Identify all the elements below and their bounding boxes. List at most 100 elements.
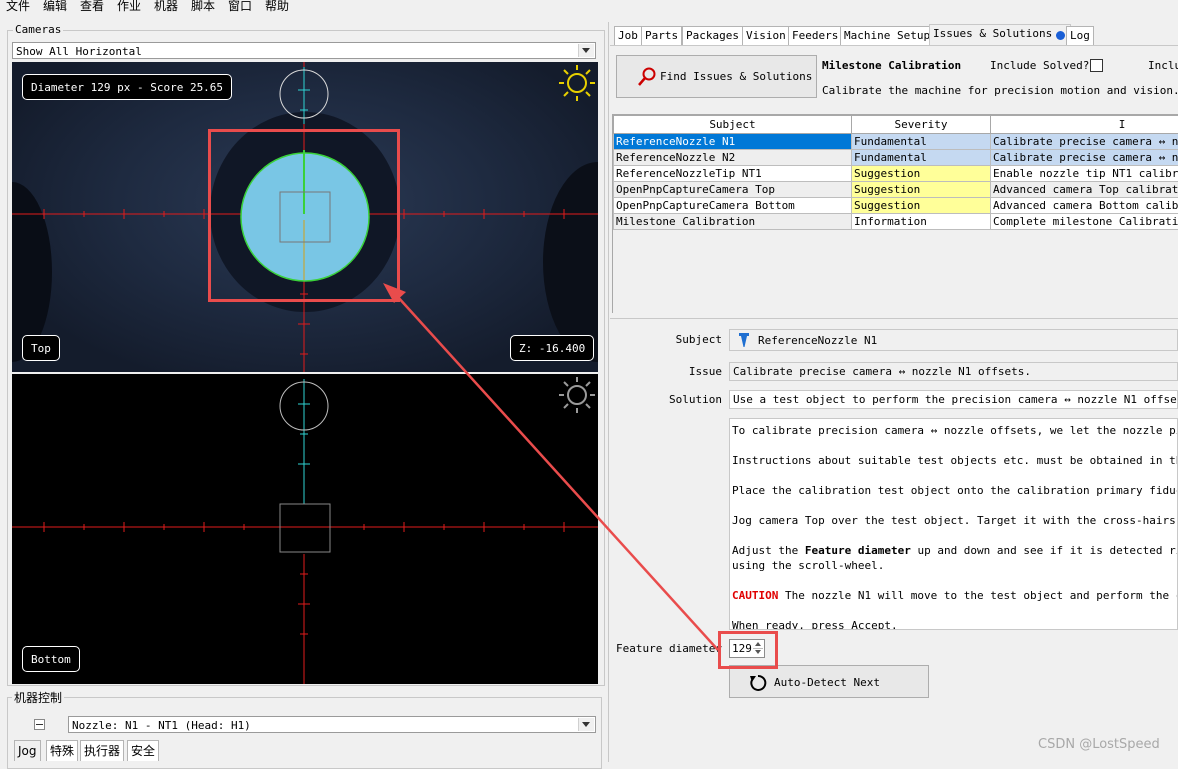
instructions-p5-line2: using the scroll-wheel.	[732, 558, 884, 573]
table-row[interactable]: OpenPnpCaptureCamera Top Suggestion Adva…	[614, 182, 1178, 198]
nozzle-select[interactable]: Nozzle: N1 - NT1 (Head: H1)	[68, 716, 596, 733]
instructions-p1: To calibrate precision camera ↔ nozzle o…	[732, 423, 1178, 438]
solution-field: Use a test object to perform the precisi…	[729, 390, 1178, 409]
row-severity: Fundamental	[852, 150, 991, 166]
instructions-p3: Place the calibration test object onto t…	[732, 483, 1178, 498]
row-issue: Calibrate precise camera ↔ noz	[991, 150, 1178, 166]
column-header-severity[interactable]: Severity	[852, 116, 991, 134]
column-header-subject[interactable]: Subject	[614, 116, 852, 134]
search-icon	[637, 67, 657, 87]
instructions-p5-pre: Adjust the	[732, 544, 805, 557]
instructions-p2: Instructions about suitable test objects…	[732, 453, 1178, 468]
annotation-highlight-nozzle	[208, 129, 400, 302]
bottom-camera-name: Bottom	[22, 646, 80, 672]
row-severity: Suggestion	[852, 166, 991, 182]
camera-shadow-right	[543, 162, 598, 362]
nozzle-icon	[738, 333, 750, 348]
find-issues-button[interactable]: Find Issues & Solutions	[616, 55, 817, 98]
menu-help[interactable]: 帮助	[265, 0, 289, 14]
cameras-group-title: Cameras	[13, 23, 63, 36]
row-subject: ReferenceNozzle N2	[614, 150, 852, 166]
include-more-label: Inclu	[1148, 59, 1178, 72]
z-readout: Z: -16.400	[510, 335, 594, 361]
table-row[interactable]: ReferenceNozzle N2 Fundamental Calibrate…	[614, 150, 1178, 166]
notification-dot-icon	[1056, 31, 1065, 40]
camera-view-select-value: Show All Horizontal	[16, 45, 142, 58]
tab-issues-solutions[interactable]: Issues & Solutions	[929, 24, 1071, 46]
include-solved-checkbox[interactable]	[1090, 59, 1103, 72]
nozzle-select-value: Nozzle: N1 - NT1 (Head: H1)	[72, 719, 251, 732]
chevron-down-icon[interactable]	[578, 718, 594, 731]
tab-machine-setup[interactable]: Machine Setup	[840, 26, 934, 45]
caution-label: CAUTION	[732, 589, 778, 602]
refresh-icon	[749, 674, 767, 692]
chevron-down-icon[interactable]	[578, 44, 594, 57]
issues-table-container: Subject Severity I ReferenceNozzle N1 Fu…	[612, 114, 1178, 313]
camera-view-select[interactable]: Show All Horizontal	[12, 42, 596, 59]
tab-issues-solutions-label: Issues & Solutions	[933, 27, 1052, 40]
tab-special[interactable]: 特殊	[46, 740, 78, 761]
row-issue: Enable nozzle tip NT1 calibrati	[991, 166, 1178, 182]
row-severity: Suggestion	[852, 182, 991, 198]
annotation-highlight-diameter	[718, 631, 778, 669]
row-subject: ReferenceNozzleTip NT1	[614, 166, 852, 182]
tab-actuators[interactable]: 执行器	[80, 740, 124, 761]
include-solved-label: Include Solved?	[990, 59, 1089, 72]
table-header: Subject Severity I	[614, 116, 1178, 134]
instructions-p6-text: The nozzle N1 will move to the test obje…	[778, 589, 1178, 602]
find-issues-label: Find Issues & Solutions	[660, 70, 812, 83]
issue-label: Issue	[640, 365, 722, 378]
instructions-panel: To calibrate precision camera ↔ nozzle o…	[729, 418, 1178, 630]
tab-parts[interactable]: Parts	[641, 26, 682, 45]
solution-label: Solution	[640, 393, 722, 406]
row-issue: Advanced camera Top calibration	[991, 182, 1178, 198]
tab-vision[interactable]: Vision	[742, 26, 790, 45]
menu-script[interactable]: 脚本	[191, 0, 215, 14]
instructions-p4: Jog camera Top over the test object. Tar…	[732, 513, 1178, 528]
tab-safety[interactable]: 安全	[127, 740, 159, 761]
menu-edit[interactable]: 编辑	[43, 0, 67, 14]
collapse-icon[interactable]	[34, 719, 45, 730]
tab-feeders[interactable]: Feeders	[788, 26, 842, 45]
milestone-description: Calibrate the machine for precision moti…	[822, 84, 1178, 97]
issues-table: Subject Severity I ReferenceNozzle N1 Fu…	[613, 115, 1178, 230]
column-header-issue[interactable]: I	[991, 116, 1178, 134]
subject-field: ReferenceNozzle N1	[729, 329, 1178, 351]
row-severity: Suggestion	[852, 198, 991, 214]
tab-divider	[610, 45, 1178, 46]
bottom-camera-overlay	[12, 374, 598, 684]
table-row[interactable]: ReferenceNozzleTip NT1 Suggestion Enable…	[614, 166, 1178, 182]
detection-status-label: Diameter 129 px - Score 25.65	[22, 74, 232, 100]
detail-divider[interactable]	[610, 318, 1178, 319]
auto-detect-next-button[interactable]: Auto-Detect Next	[729, 665, 929, 698]
search-box	[280, 504, 330, 552]
machine-control-title: 机器控制	[12, 689, 64, 706]
menu-machine[interactable]: 机器	[154, 0, 178, 14]
top-camera-name: Top	[22, 335, 60, 361]
issue-field: Calibrate precise camera ↔ nozzle N1 off…	[729, 362, 1178, 381]
tab-jog[interactable]: Jog	[14, 740, 41, 761]
menu-file[interactable]: 文件	[6, 0, 30, 14]
tab-log[interactable]: Log	[1066, 26, 1094, 45]
tab-job[interactable]: Job	[614, 26, 642, 45]
row-issue: Complete milestone Calibration	[991, 214, 1178, 230]
sun-icon[interactable]	[559, 377, 595, 413]
menu-job[interactable]: 作业	[117, 0, 141, 14]
table-row[interactable]: ReferenceNozzle N1 Fundamental Calibrate…	[614, 134, 1178, 150]
subject-label: Subject	[640, 333, 722, 346]
sun-icon[interactable]	[559, 65, 595, 101]
table-row[interactable]: Milestone Calibration Information Comple…	[614, 214, 1178, 230]
menu-bar: 文件 编辑 查看 作业 机器 脚本 窗口 帮助	[0, 0, 1178, 14]
instructions-p5-post: up and down and see if it is detected ri…	[911, 544, 1178, 557]
milestone-title: Milestone Calibration	[822, 59, 961, 72]
menu-window[interactable]: 窗口	[228, 0, 252, 14]
instructions-p5-bold: Feature diameter	[805, 544, 911, 557]
row-subject: OpenPnpCaptureCamera Bottom	[614, 198, 852, 214]
table-row[interactable]: OpenPnpCaptureCamera Bottom Suggestion A…	[614, 198, 1178, 214]
bottom-camera-view[interactable]: Bottom	[12, 374, 598, 684]
row-subject: Milestone Calibration	[614, 214, 852, 230]
tab-packages[interactable]: Packages	[682, 26, 743, 45]
row-subject: OpenPnpCaptureCamera Top	[614, 182, 852, 198]
splitter[interactable]	[608, 22, 609, 762]
menu-view[interactable]: 查看	[80, 0, 104, 14]
